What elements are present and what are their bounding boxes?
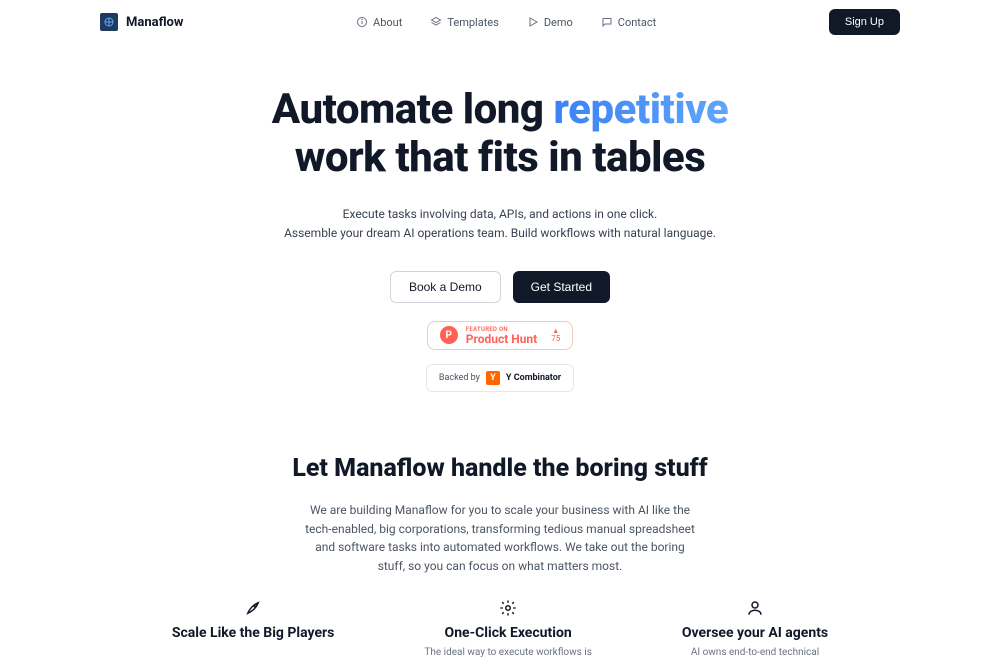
play-icon [527, 16, 539, 28]
backed-by-prefix: Backed by [439, 373, 480, 383]
brand-name: Manaflow [126, 15, 183, 30]
ph-upvote-count: 75 [551, 335, 560, 343]
signup-button[interactable]: Sign Up [829, 9, 900, 35]
person-icon [746, 599, 764, 617]
features-section: Let Manaflow handle the boring stuff We … [0, 454, 1000, 660]
layers-icon [430, 16, 442, 28]
feature-title: Oversee your AI agents [682, 625, 828, 642]
hero-title: Automate long repetitive work that fits … [0, 86, 1000, 183]
feature-title: Scale Like the Big Players [172, 625, 335, 642]
feature-desc: The ideal way to execute workflows is [424, 646, 592, 660]
feature-scale: Scale Like the Big Players [172, 599, 335, 660]
hero-subtitle: Execute tasks involving data, APIs, and … [0, 205, 1000, 243]
hero-title-highlight: repetitive [553, 85, 728, 134]
feature-oversee: Oversee your AI agents AI owns end-to-en… [682, 599, 828, 660]
cta-row: Book a Demo Get Started [0, 271, 1000, 303]
nav-demo[interactable]: Demo [527, 16, 573, 29]
nav-center: About Templates Demo Contact [356, 16, 656, 29]
feature-title: One-Click Execution [424, 625, 592, 642]
nav-label: Demo [544, 16, 573, 29]
brand[interactable]: Manaflow [100, 13, 183, 31]
product-hunt-text: FEATURED ON Product Hunt [466, 326, 537, 345]
yc-name: Y Combinator [506, 373, 561, 383]
info-icon [356, 16, 368, 28]
feature-desc: AI owns end-to-end technical [682, 646, 828, 660]
badges-wrap: P FEATURED ON Product Hunt ▲ 75 [0, 303, 1000, 350]
chat-icon [601, 16, 613, 28]
nav-label: Contact [618, 16, 656, 29]
get-started-button[interactable]: Get Started [513, 271, 610, 303]
nav-about[interactable]: About [356, 16, 402, 29]
product-hunt-badge[interactable]: P FEATURED ON Product Hunt ▲ 75 [427, 321, 573, 350]
rocket-icon [244, 599, 262, 617]
book-demo-button[interactable]: Book a Demo [390, 271, 501, 303]
backed-by-badge: Backed by Y Y Combinator [426, 364, 574, 392]
nav-label: Templates [447, 16, 498, 29]
hero-sub-line2: Assemble your dream AI operations team. … [0, 224, 1000, 243]
ph-name: Product Hunt [466, 333, 537, 345]
top-nav: Manaflow About Templates Demo Contact [0, 0, 1000, 44]
nav-contact[interactable]: Contact [601, 16, 656, 29]
backed-by-wrap: Backed by Y Y Combinator [0, 350, 1000, 392]
logo-icon [100, 13, 118, 31]
section2-title: Let Manaflow handle the boring stuff [0, 454, 1000, 483]
features-row: Scale Like the Big Players One-Click Exe… [0, 599, 1000, 660]
nav-label: About [373, 16, 402, 29]
hero-sub-line1: Execute tasks involving data, APIs, and … [0, 205, 1000, 224]
product-hunt-icon: P [440, 326, 458, 344]
feature-oneclick: One-Click Execution The ideal way to exe… [424, 599, 592, 660]
yc-icon: Y [486, 371, 500, 385]
nav-templates[interactable]: Templates [430, 16, 498, 29]
hero-title-part2: work that fits in tables [295, 133, 706, 182]
ph-upvote: ▲ 75 [551, 328, 560, 343]
gear-icon [499, 599, 517, 617]
nav-right: Sign Up [829, 9, 900, 35]
hero-title-part1: Automate long [272, 85, 554, 134]
hero-section: Automate long repetitive work that fits … [0, 44, 1000, 392]
section2-desc: We are building Manaflow for you to scal… [305, 501, 695, 575]
